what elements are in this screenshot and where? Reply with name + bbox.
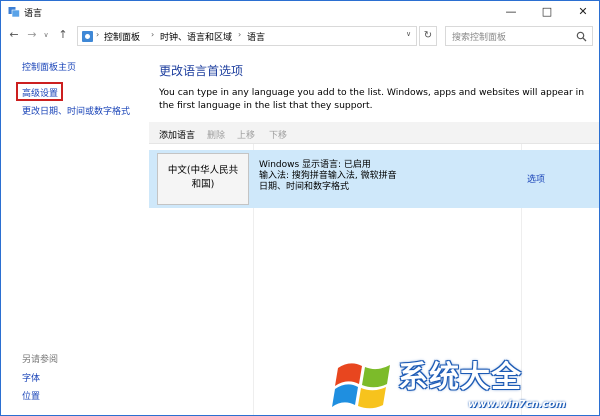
watermark-url: www.win7cn.com — [468, 399, 566, 410]
add-language-button[interactable]: 添加语言 — [159, 128, 195, 141]
fonts-link[interactable]: 字体 — [22, 371, 40, 384]
up-arrow-icon[interactable]: ↑ — [55, 27, 71, 43]
navigation-bar: ← → ∨ ↑ › 控制面板 › 时钟、语言和区域 › 语言 ∨ ↻ 搜索控制面… — [1, 23, 599, 49]
recent-locations-chevron-icon[interactable]: ∨ — [41, 27, 51, 43]
remove-button[interactable]: 删除 — [207, 128, 225, 141]
see-also-heading: 另请参阅 — [22, 355, 59, 365]
move-up-button[interactable]: 上移 — [237, 128, 255, 141]
search-input[interactable]: 搜索控制面板 — [445, 26, 593, 46]
watermark-text: 系统大全 — [398, 360, 522, 395]
window-title: 语言 — [24, 9, 43, 19]
breadcrumb-control-panel[interactable]: 控制面板 — [104, 30, 140, 43]
breadcrumb-language[interactable]: 语言 — [247, 30, 265, 43]
language-name-line2: 和国) — [191, 179, 215, 190]
language-icon — [8, 7, 20, 18]
title-bar: 语言 — □ ✕ — [1, 1, 599, 23]
breadcrumb-clock-language-region[interactable]: 时钟、语言和区域 — [160, 30, 232, 43]
change-date-time-number-formats-link[interactable]: 更改日期、时间或数字格式 — [22, 104, 130, 117]
watermark: 系统大全 www.win7cn.com — [318, 348, 600, 416]
search-icon[interactable] — [576, 31, 587, 42]
search-placeholder: 搜索控制面板 — [452, 33, 507, 43]
breadcrumb-separator-icon: › — [96, 30, 100, 39]
address-dropdown-chevron-icon[interactable]: ∨ — [406, 30, 411, 38]
language-toolbar: 添加语言 删除 上移 下移 — [149, 122, 599, 144]
maximize-button[interactable]: □ — [531, 1, 563, 23]
breadcrumb-separator-icon: › — [238, 30, 242, 39]
control-panel-icon — [82, 31, 93, 42]
language-tile[interactable]: 中文(中华人民共 和国) — [157, 153, 249, 205]
forward-arrow-icon[interactable]: → — [24, 27, 40, 43]
language-row[interactable]: 中文(中华人民共 和国) Windows 显示语言: 已启用 输入法: 搜狗拼音… — [149, 150, 599, 208]
refresh-button[interactable]: ↻ — [419, 26, 437, 46]
page-title: 更改语言首选项 — [159, 64, 244, 78]
windows-flag-logo-icon — [332, 363, 390, 409]
advanced-settings-link[interactable]: 高级设置 — [22, 86, 58, 99]
input-methods: 输入法: 搜狗拼音输入法, 微软拼音 — [259, 171, 397, 181]
control-panel-home-link[interactable]: 控制面板主页 — [22, 60, 76, 73]
left-pane: 控制面板主页 高级设置 更改日期、时间或数字格式 另请参阅 字体 位置 — [2, 49, 148, 415]
move-down-button[interactable]: 下移 — [269, 128, 287, 141]
back-arrow-icon[interactable]: ← — [6, 27, 22, 43]
language-name-line1: 中文(中华人民共 — [167, 165, 239, 176]
breadcrumb-separator-icon: › — [151, 30, 155, 39]
display-language-status: Windows 显示语言: 已启用 — [259, 160, 371, 170]
address-bar[interactable]: › 控制面板 › 时钟、语言和区域 › 语言 ∨ — [77, 26, 417, 46]
close-button[interactable]: ✕ — [567, 1, 599, 23]
page-description: You can type in any language you add to … — [159, 87, 585, 111]
language-options-link[interactable]: 选项 — [527, 172, 545, 185]
location-link[interactable]: 位置 — [22, 389, 40, 402]
language-info: Windows 显示语言: 已启用 输入法: 搜狗拼音输入法, 微软拼音 日期、… — [259, 160, 397, 193]
date-time-number-format: 日期、时间和数字格式 — [259, 182, 350, 192]
minimize-button[interactable]: — — [495, 1, 527, 23]
